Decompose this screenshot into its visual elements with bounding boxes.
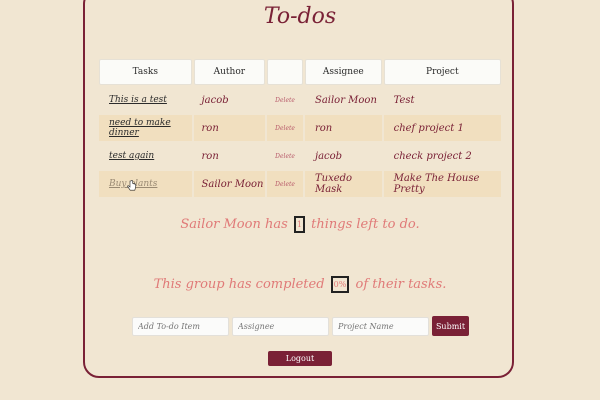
delete-cell: Delete xyxy=(267,115,303,141)
author-cell: Sailor Moon xyxy=(193,171,266,197)
completion-percent: 0% xyxy=(330,276,350,293)
author-cell: ron xyxy=(193,115,266,141)
author-cell: ron xyxy=(201,150,219,162)
delete-button[interactable]: Delete xyxy=(275,181,295,188)
task-cell: test again xyxy=(99,143,192,169)
project-cell: Test xyxy=(393,94,415,106)
assignee-cell: jacob xyxy=(314,150,343,162)
header-tasks: Tasks xyxy=(99,59,192,85)
delete-button[interactable]: Delete xyxy=(275,153,295,160)
header-author: Author xyxy=(193,59,266,85)
assignee-cell: Sailor Moon xyxy=(314,94,377,106)
project-cell: chef project 1 xyxy=(383,115,501,141)
project-cell: check project 2 xyxy=(393,150,472,162)
table-header-row: Tasks Author Assignee Project xyxy=(99,59,502,85)
group-prefix: This group has completed xyxy=(153,277,325,292)
task-cell: Buy plants xyxy=(99,171,192,197)
project-name-input[interactable] xyxy=(332,316,429,336)
add-todo-form: Submit xyxy=(132,316,469,336)
todo-table: Tasks Author Assignee Project This is a … xyxy=(99,59,502,199)
assignee-input[interactable] xyxy=(232,316,329,336)
submit-button[interactable]: Submit xyxy=(432,316,469,336)
header-assignee: Assignee xyxy=(305,59,382,85)
assignee-cell: ron xyxy=(304,115,382,141)
group-suffix: of their tasks. xyxy=(355,277,447,292)
delete-cell: Delete xyxy=(267,171,303,197)
header-project: Project xyxy=(383,59,502,85)
delete-button[interactable]: Delete xyxy=(275,97,295,104)
table-row: Buy plants Sailor Moon Delete Tuxedo Mas… xyxy=(99,171,501,197)
tasks-left-message: Sailor Moon has 1 things left to do. xyxy=(0,216,600,233)
group-completion-message: This group has completed 0% of their tas… xyxy=(0,276,600,293)
has-text: has xyxy=(264,217,288,232)
table-row: test again ron Delete jacob check projec… xyxy=(99,143,501,169)
assignee-cell: Tuxedo Mask xyxy=(304,171,382,197)
header-blank xyxy=(267,59,303,85)
delete-cell: Delete xyxy=(267,143,303,169)
hand-cursor-icon xyxy=(127,180,136,191)
delete-cell: Delete xyxy=(267,87,303,113)
table-row: need to make dinner ron Delete ron chef … xyxy=(99,115,501,141)
tasks-left-count: 1 xyxy=(293,216,305,233)
task-cell: This is a test xyxy=(99,87,192,113)
logout-button[interactable]: Logout xyxy=(268,351,332,366)
task-link[interactable]: This is a test xyxy=(109,95,167,105)
todo-item-input[interactable] xyxy=(132,316,229,336)
task-link[interactable]: need to make dinner xyxy=(109,118,192,138)
delete-button[interactable]: Delete xyxy=(275,125,295,132)
user-name: Sailor Moon xyxy=(180,217,261,232)
author-cell: jacob xyxy=(201,94,229,106)
things-left-text: things left to do. xyxy=(311,217,420,232)
table-row: This is a test jacob Delete Sailor Moon … xyxy=(99,87,501,113)
project-cell: Make The House Pretty xyxy=(383,171,501,197)
task-link[interactable]: test again xyxy=(109,151,154,161)
task-cell: need to make dinner xyxy=(99,115,192,141)
page-title: To-dos xyxy=(263,4,337,29)
